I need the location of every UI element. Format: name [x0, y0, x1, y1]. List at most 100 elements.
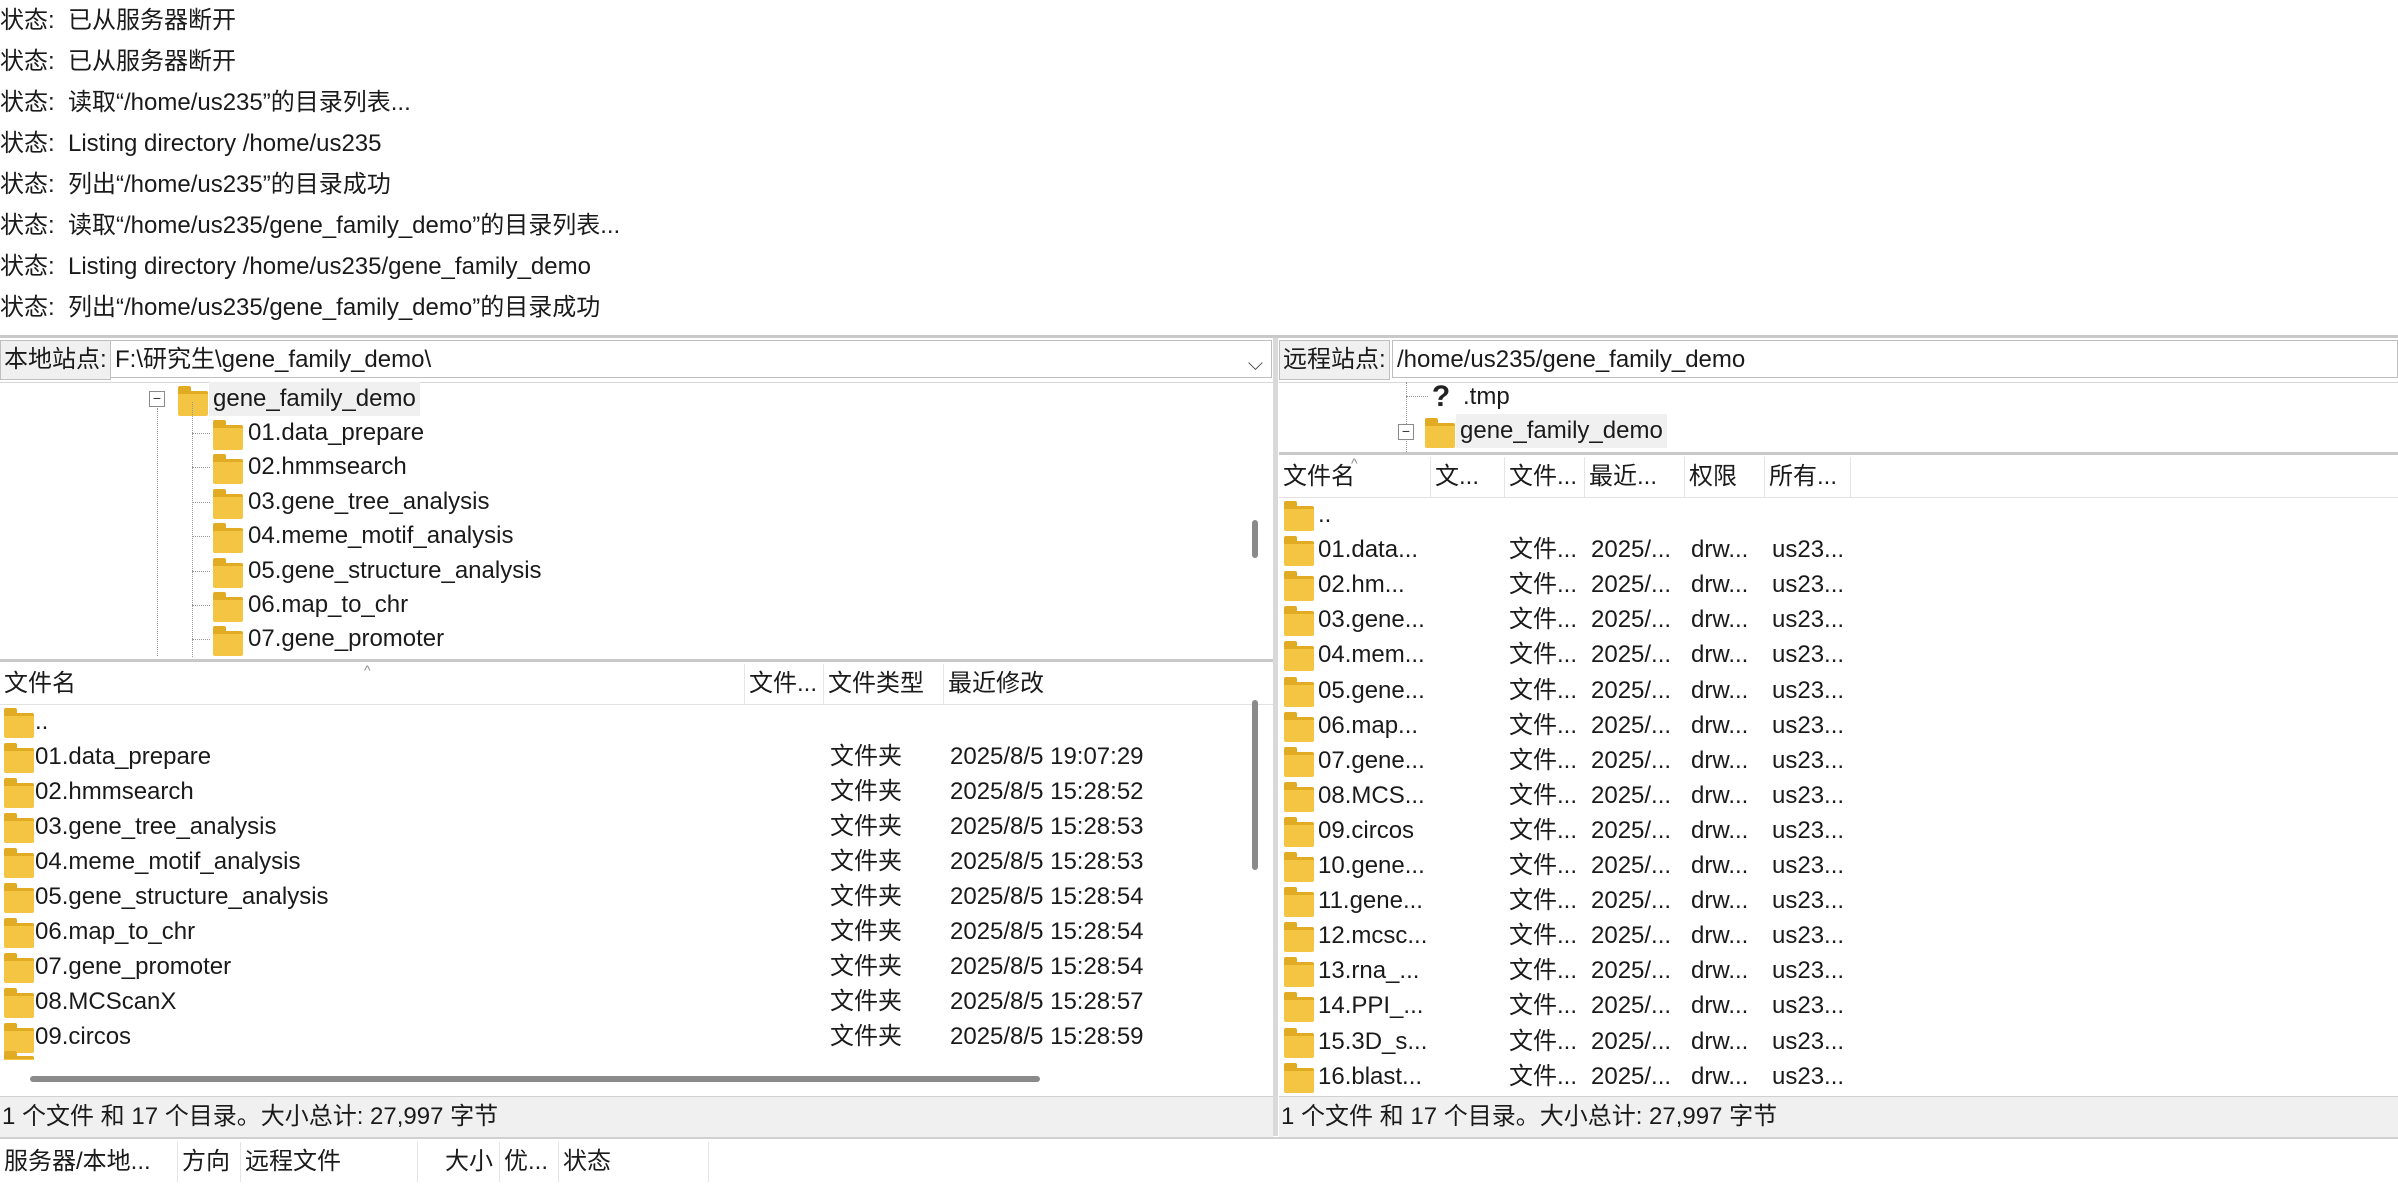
local-col-modified[interactable]: 最近修改	[944, 664, 1244, 704]
cell-perm: drw...	[1691, 816, 1749, 844]
cell-type: 文件...	[1509, 641, 1578, 669]
local-col-type[interactable]: 文件类型	[824, 664, 944, 704]
cell-perm: drw...	[1691, 606, 1749, 634]
cell-perm: drw...	[1691, 676, 1749, 704]
cell-type: 文件...	[1509, 711, 1578, 739]
local-file-list[interactable]: .. 01.data_prepare 文件夹 2025/8/5 19:07:29 02.…	[0, 704, 1240, 1060]
log-message: 已从服务器断开	[68, 7, 236, 34]
table-row[interactable]: 01.data_prepare 文件夹 2025/8/5 19:07:29	[0, 739, 1240, 774]
tree-item-label: 04.meme_motif_analysis	[248, 522, 514, 550]
cell-modified: 2025/...	[1591, 816, 1672, 844]
remote-file-list[interactable]: .. 01.data... 文件... 2025/... drw... us23... 02…	[1279, 497, 2398, 1095]
cell-type: 文件...	[1509, 992, 1578, 1020]
table-row[interactable]: 09.circos 文件... 2025/... drw... us23...	[1279, 813, 2398, 848]
cell-type: 文件...	[1509, 887, 1578, 915]
table-row[interactable]: 03.gene_tree_analysis 文件夹 2025/8/5 15:28:5…	[0, 809, 1240, 844]
table-row[interactable]: 05.gene... 文件... 2025/... drw... us23...	[1279, 673, 2398, 708]
remote-col-name[interactable]: 文件名	[1279, 457, 1431, 497]
folder-icon	[1284, 571, 1314, 602]
cell-type: 文件...	[1509, 781, 1578, 809]
table-row[interactable]: 12.mcsc... 文件... 2025/... drw... us23...	[1279, 918, 2398, 953]
table-row[interactable]: 02.hm... 文件... 2025/... drw... us23...	[1279, 567, 2398, 602]
chevron-down-icon[interactable]: ⌵	[1248, 345, 1263, 377]
tree-item-label: gene_family_demo	[1456, 414, 1667, 448]
table-row[interactable]: 04.meme_motif_analysis 文件夹 2025/8/5 15:28:…	[0, 844, 1240, 879]
folder-icon	[4, 953, 34, 983]
table-row[interactable]: 14.PPI_... 文件... 2025/... drw... us23...	[1279, 988, 2398, 1023]
local-footer: 1 个文件 和 17 个目录。大小总计: 27,997 字节	[0, 1096, 1273, 1137]
log-label: 状态:	[0, 171, 55, 198]
log-line: 状态: Listing directory /home/us235	[0, 124, 382, 164]
local-col-name[interactable]: 文件名	[0, 664, 745, 704]
queue-col-status[interactable]: 状态	[559, 1142, 709, 1182]
remote-col-permissions[interactable]: 权限	[1685, 457, 1765, 497]
cell-owner: us23...	[1772, 606, 1845, 634]
cell-modified: 2025/8/5 19:07:29	[950, 743, 1144, 770]
cell-perm: drw...	[1691, 711, 1749, 739]
table-row[interactable]: 07.gene... 文件... 2025/... drw... us23...	[1279, 743, 2398, 778]
remote-col-modified[interactable]: 最近...	[1585, 457, 1685, 497]
table-row[interactable]: ..	[1279, 497, 2398, 532]
folder-icon	[4, 1051, 34, 1060]
remote-col-size[interactable]: 文...	[1431, 457, 1505, 497]
table-row[interactable]: 10.gene... 文件... 2025/... drw... us23...	[1279, 848, 2398, 883]
local-tree-scrollbar[interactable]	[1252, 520, 1258, 558]
table-row[interactable]: ..	[0, 704, 1240, 739]
folder-icon	[4, 883, 34, 913]
cell-owner: us23...	[1772, 816, 1845, 844]
table-row[interactable]: 09.circos 文件夹 2025/8/5 15:28:59	[0, 1019, 1240, 1054]
queue-col-size[interactable]: 大小	[418, 1142, 500, 1182]
cell-name: 03.gene_tree_analysis	[35, 813, 277, 840]
table-row[interactable]: 01.data... 文件... 2025/... drw... us23...	[1279, 532, 2398, 567]
collapse-icon[interactable]: −	[149, 391, 165, 407]
tree-item-label: 03.gene_tree_analysis	[248, 487, 490, 515]
table-row[interactable]: 08.MCScanX 文件夹 2025/8/5 15:28:57	[0, 984, 1240, 1019]
table-row[interactable]: 02.hmmsearch 文件夹 2025/8/5 15:28:52	[0, 774, 1240, 809]
local-directory-tree[interactable]: − gene_family_demo 01.data_prepare 02.hmm…	[0, 382, 1240, 657]
table-row[interactable]: 16.blast... 文件... 2025/... drw... us23...	[1279, 1059, 2398, 1094]
queue-col-priority[interactable]: 优...	[500, 1142, 559, 1182]
cell-modified: 2025/8/5 15:28:57	[950, 988, 1144, 1015]
table-row[interactable]: 05.gene_structure_analysis 文件夹 2025/8/5 15…	[0, 879, 1240, 914]
remote-col-type[interactable]: 文件...	[1505, 457, 1585, 497]
tree-connector	[1406, 382, 1407, 452]
table-row[interactable]: 07.gene_promoter 文件夹 2025/8/5 15:28:54	[0, 949, 1240, 984]
cell-perm: drw...	[1691, 781, 1749, 809]
table-row[interactable]: 03.gene... 文件... 2025/... drw... us23...	[1279, 602, 2398, 637]
remote-directory-tree[interactable]: ? .tmp − gene_family_demo	[1280, 382, 2398, 452]
table-row[interactable]: 11.gene... 文件... 2025/... drw... us23...	[1279, 883, 2398, 918]
cell-name: 08.MCScanX	[35, 988, 177, 1015]
table-row[interactable]: 04.mem... 文件... 2025/... drw... us23...	[1279, 637, 2398, 672]
local-site-path-input[interactable]: F:\研究生\gene_family_demo\ ⌵	[110, 340, 1272, 378]
log-line: 状态: 已从服务器断开	[0, 42, 236, 82]
local-list-hscroll[interactable]	[30, 1076, 1040, 1082]
local-tree-divider[interactable]	[0, 659, 1273, 662]
table-row[interactable]: 06.map... 文件... 2025/... drw... us23...	[1279, 708, 2398, 743]
cell-name: 02.hm...	[1318, 571, 1405, 599]
queue-col-direction[interactable]: 方向	[178, 1142, 241, 1182]
cell-name: 08.MCS...	[1318, 781, 1425, 809]
folder-icon	[1284, 1062, 1314, 1093]
table-row[interactable]: 06.map_to_chr 文件夹 2025/8/5 15:28:54	[0, 914, 1240, 949]
local-list-vscroll[interactable]	[1252, 700, 1258, 870]
remote-col-owner[interactable]: 所有...	[1765, 457, 1851, 497]
table-row[interactable]: 13.rna_... 文件... 2025/... drw... us23...	[1279, 953, 2398, 988]
pane-splitter[interactable]	[1273, 338, 1278, 1136]
cell-perm: drw...	[1691, 957, 1749, 985]
table-row[interactable]: 15.3D_s... 文件... 2025/... drw... us23...	[1279, 1024, 2398, 1059]
cell-modified: 2025/8/5 15:28:54	[950, 883, 1144, 910]
collapse-icon[interactable]: −	[1398, 424, 1414, 440]
queue-col-remote-file[interactable]: 远程文件	[241, 1142, 418, 1182]
table-row[interactable]: 08.MCS... 文件... 2025/... drw... us23...	[1279, 778, 2398, 813]
folder-icon	[4, 918, 34, 948]
cell-owner: us23...	[1772, 922, 1845, 950]
log-line: 状态: Listing directory /home/us235/gene_fa…	[0, 247, 591, 287]
local-site-path-text: F:\研究生\gene_family_demo\	[115, 346, 432, 373]
status-log[interactable]: 状态: 已从服务器断开 状态: 已从服务器断开 状态: 读取“/home/us235”的目…	[0, 0, 2398, 335]
remote-tree-divider[interactable]	[1279, 452, 2398, 455]
local-col-size[interactable]: 文件...	[745, 664, 824, 704]
queue-divider[interactable]	[0, 1137, 2398, 1139]
cell-owner: us23...	[1772, 536, 1845, 564]
queue-col-server[interactable]: 服务器/本地...	[0, 1142, 178, 1182]
remote-site-path-input[interactable]: /home/us235/gene_family_demo	[1392, 340, 2398, 378]
